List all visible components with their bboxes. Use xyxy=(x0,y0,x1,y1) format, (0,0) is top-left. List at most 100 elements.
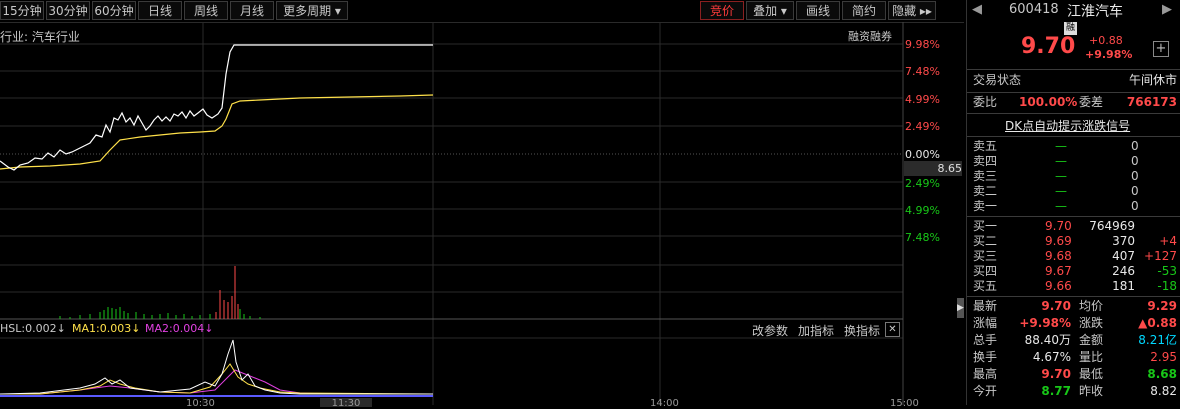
more-periods-dropdown[interactable]: 更多周期 ▾ xyxy=(276,1,348,20)
price-line xyxy=(0,44,433,171)
stat-value: +9.98% xyxy=(1019,316,1071,330)
period-toolbar: 15分钟 30分钟 60分钟 日线 周线 月线 更多周期 ▾ 竞价 叠加 ▾ 画… xyxy=(0,0,964,23)
tab-30min[interactable]: 30分钟 xyxy=(46,1,90,20)
bid-volume: 764969 xyxy=(1089,219,1135,233)
bid-volume: 407 xyxy=(1112,249,1135,263)
stat-value: 8.82 xyxy=(1150,384,1177,398)
stat-value: 2.95 xyxy=(1150,350,1177,364)
bid-label: 买五 xyxy=(973,279,998,293)
bid-change: +4 xyxy=(1159,234,1177,248)
stat-value: 4.67% xyxy=(1032,350,1071,364)
ask-volume: 0 xyxy=(1131,169,1139,183)
tab-daily[interactable]: 日线 xyxy=(138,1,182,20)
tab-60min[interactable]: 60分钟 xyxy=(92,1,136,20)
stat-label: 均价 xyxy=(1079,299,1104,313)
stat-label: 最新 xyxy=(973,299,998,313)
stat-label: 总手 xyxy=(973,333,998,347)
overlay-dropdown[interactable]: 叠加 ▾ xyxy=(746,1,794,20)
ask-price: — xyxy=(1055,184,1067,198)
simple-mode-button[interactable]: 简约 xyxy=(842,1,886,20)
close-indicator-icon[interactable]: ✕ xyxy=(885,322,900,337)
stat-value: 88.40万 xyxy=(1024,333,1071,347)
add-indicator-button[interactable]: 加指标 xyxy=(798,322,834,339)
ask-label: 卖五 xyxy=(973,139,998,153)
draw-line-button[interactable]: 画线 xyxy=(796,1,840,20)
tab-auction[interactable]: 竞价 xyxy=(700,1,744,20)
price-change: +0.88 xyxy=(1089,34,1123,47)
stat-value: 8.21亿 xyxy=(1138,333,1177,347)
bid-price: 9.66 xyxy=(1045,279,1072,293)
bid-label: 买一 xyxy=(973,219,998,233)
ask-label: 卖三 xyxy=(973,169,998,183)
stock-name: 江淮汽车 xyxy=(1067,4,1123,20)
bid-label: 买三 xyxy=(973,249,998,263)
last-price: 9.70 xyxy=(1021,34,1076,59)
pct-label-up-3: 4.99% xyxy=(905,93,940,106)
change-params-button[interactable]: 改参数 xyxy=(752,322,788,339)
bid-price: 9.70 xyxy=(1045,219,1072,233)
ask-price: — xyxy=(1055,199,1067,213)
ma2-line xyxy=(0,369,433,395)
time-label-1400: 14:00 xyxy=(650,398,679,409)
add-watchlist-icon[interactable]: + xyxy=(1153,41,1169,57)
stat-label: 最高 xyxy=(973,367,998,381)
stat-label: 最低 xyxy=(1079,367,1104,381)
stat-label: 涨幅 xyxy=(973,316,998,330)
pct-label-up-1: 9.98% xyxy=(905,38,940,51)
ask-volume: 0 xyxy=(1131,154,1139,168)
bid-change: -53 xyxy=(1157,264,1177,278)
ask-label: 卖一 xyxy=(973,199,998,213)
bid-volume: 181 xyxy=(1112,279,1135,293)
stat-label: 今开 xyxy=(973,384,998,398)
bid-change: +127 xyxy=(1144,249,1177,263)
collapse-panel-handle[interactable]: ▶ xyxy=(957,298,964,318)
avg-price-line xyxy=(0,94,434,170)
ask-label: 卖四 xyxy=(973,154,998,168)
stat-label: 涨跌 xyxy=(1079,316,1104,330)
ask-price: — xyxy=(1055,169,1067,183)
bid-price: 9.69 xyxy=(1045,234,1072,248)
price-change-pct: +9.98% xyxy=(1085,48,1133,61)
tab-weekly[interactable]: 周线 xyxy=(184,1,228,20)
dk-signal-link[interactable]: DK点自动提示涨跌信号 xyxy=(1005,117,1130,134)
pct-label-down-1: 2.49% xyxy=(905,177,940,190)
weibi-label: 委比 xyxy=(973,95,998,109)
weicha-value: 766173 xyxy=(1126,95,1177,109)
bid-price: 9.67 xyxy=(1045,264,1072,278)
trade-status: 午间休市 xyxy=(1128,73,1177,87)
hide-button[interactable]: 隐藏 ▸▸ xyxy=(888,1,936,20)
stat-value: 9.70 xyxy=(1041,299,1071,313)
weibi-value: 100.00% xyxy=(1019,95,1078,109)
pct-label-down-2: 4.99% xyxy=(905,204,940,217)
margin-trading-label: 融资融券 xyxy=(848,30,892,43)
stat-value: 9.29 xyxy=(1147,299,1177,313)
bid-label: 买二 xyxy=(973,234,998,248)
bid-label: 买四 xyxy=(973,264,998,278)
time-label-1500: 15:00 xyxy=(890,398,919,409)
bid-volume: 246 xyxy=(1112,264,1135,278)
pct-label-down-3: 7.48% xyxy=(905,231,940,244)
tab-15min[interactable]: 15分钟 xyxy=(0,1,44,20)
industry-label: 行业: 汽车行业 xyxy=(0,30,80,44)
hsl-value: HSL:0.002↓ xyxy=(0,322,66,335)
stat-value: 9.70 xyxy=(1041,367,1071,381)
prev-stock-icon[interactable]: ◀ xyxy=(972,2,982,17)
next-stock-icon[interactable]: ▶ xyxy=(1162,2,1172,17)
stat-value: 8.77 xyxy=(1041,384,1071,398)
stat-label: 量比 xyxy=(1079,350,1104,364)
ask-price: — xyxy=(1055,139,1067,153)
ask-label: 卖二 xyxy=(973,184,998,198)
swap-indicator-button[interactable]: 换指标 xyxy=(844,322,880,339)
stat-label: 金额 xyxy=(1079,333,1104,347)
stat-label: 昨收 xyxy=(1079,384,1104,398)
trade-status-label: 交易状态 xyxy=(973,73,1022,87)
quote-panel: ◀ 600418 江淮汽车 ▶ 融 9.70 +0.88 +9.98% + 交易… xyxy=(966,0,1180,405)
ma2-value: MA2:0.004↓ xyxy=(145,322,214,335)
bid-volume: 370 xyxy=(1112,234,1135,248)
pct-label-up-4: 2.49% xyxy=(905,120,940,133)
ask-volume: 0 xyxy=(1131,139,1139,153)
tab-monthly[interactable]: 月线 xyxy=(230,1,274,20)
intraday-chart[interactable]: 行业: 汽车行业 融资融券 9.98% 7.48% 4.99% 2.49% 0.… xyxy=(0,22,964,409)
stock-code: 600418 xyxy=(1009,2,1059,17)
bid-price: 9.68 xyxy=(1045,249,1072,263)
